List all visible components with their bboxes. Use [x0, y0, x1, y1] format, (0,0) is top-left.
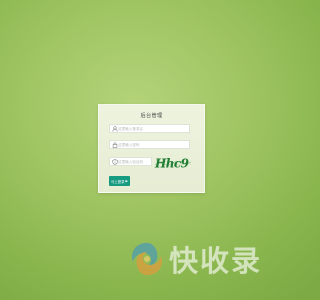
password-field[interactable]	[109, 140, 190, 149]
watermark: 快收录	[126, 229, 286, 289]
arrow-right-icon: ▶	[125, 179, 128, 183]
page-title: 后台管理	[140, 113, 163, 119]
password-input[interactable]	[118, 141, 188, 148]
login-button[interactable]: 马上登录 ▶	[109, 176, 130, 186]
login-panel: 后台管理 Hhc9 马上登录 ▶	[98, 104, 205, 193]
watermark-text: 快收录	[169, 244, 263, 278]
captcha-text: Hhc9	[154, 157, 190, 171]
login-button-label: 马上登录	[110, 179, 125, 184]
username-input[interactable]	[118, 125, 188, 132]
captcha-field[interactable]	[109, 157, 152, 166]
username-field[interactable]	[109, 124, 190, 133]
captcha-input[interactable]	[118, 158, 150, 165]
captcha-image[interactable]: Hhc9	[154, 154, 192, 171]
swirl-logo	[132, 242, 162, 276]
